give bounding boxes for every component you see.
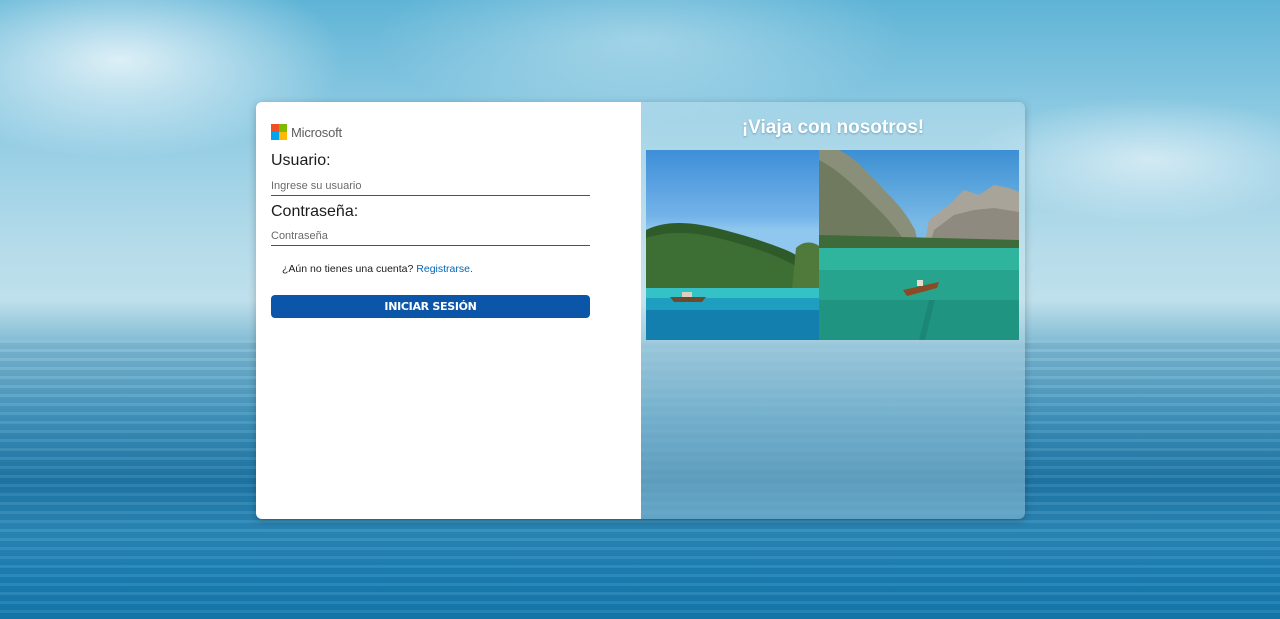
login-panel: Microsoft Usuario: Contraseña: ¿Aún no t… [256, 102, 641, 519]
promo-panel: ¡Viaja con nosotros! [641, 102, 1025, 519]
register-link[interactable]: Registrarse. [416, 263, 473, 275]
login-card: Microsoft Usuario: Contraseña: ¿Aún no t… [256, 102, 1025, 519]
register-prompt: ¿Aún no tienes una cuenta? Registrarse. [282, 263, 473, 275]
microsoft-logo: Microsoft [271, 124, 342, 140]
password-input[interactable] [271, 227, 590, 246]
no-account-text: ¿Aún no tienes una cuenta? [282, 263, 414, 275]
username-input[interactable] [271, 177, 590, 196]
microsoft-logo-icon [271, 124, 287, 140]
brand-name: Microsoft [291, 124, 342, 140]
login-button[interactable]: INICIAR SESIÓN [271, 295, 590, 318]
password-label: Contraseña: [271, 203, 359, 220]
promo-title: ¡Viaja con nosotros! [741, 117, 925, 138]
username-label: Usuario: [271, 152, 331, 169]
tropical-island-boat-photo [646, 150, 819, 340]
mountain-lake-boat-photo [819, 150, 1019, 340]
